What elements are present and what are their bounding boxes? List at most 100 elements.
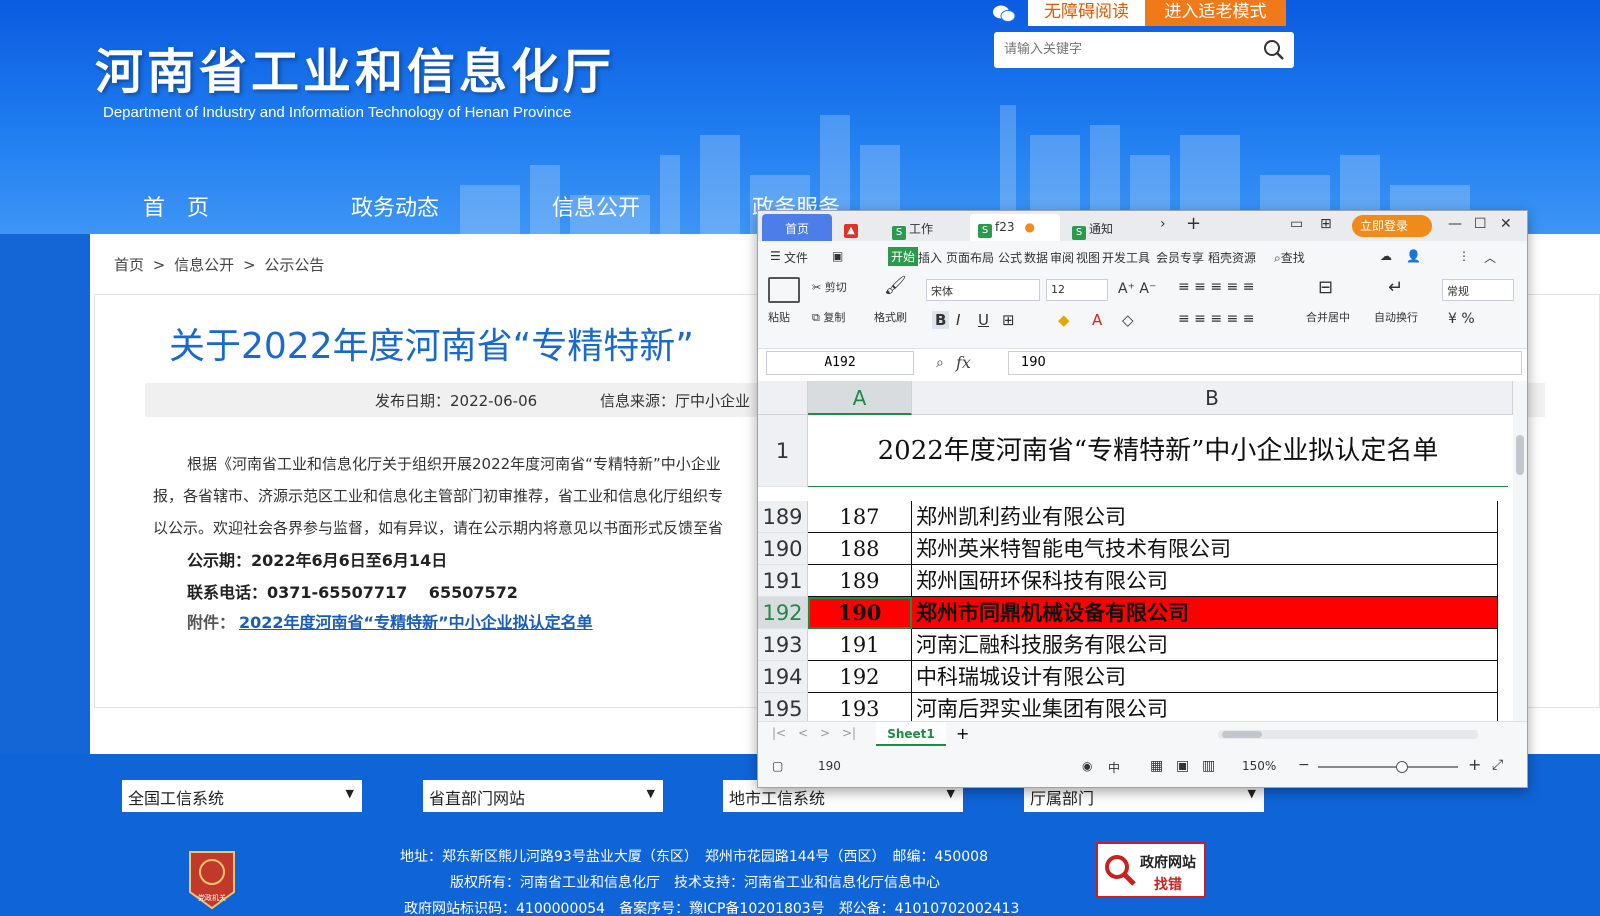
normal-view-icon[interactable]: ▦ xyxy=(1150,758,1163,774)
bold-icon[interactable]: B xyxy=(932,311,950,329)
column-header-b[interactable]: B xyxy=(912,381,1513,415)
cell-a[interactable]: 188 xyxy=(808,533,912,565)
add-sheet-icon[interactable]: + xyxy=(956,724,969,743)
font-grow-icon[interactable]: A⁺ A⁻ xyxy=(1118,281,1156,297)
cell-b[interactable]: 河南汇融科技服务有限公司 xyxy=(912,629,1498,661)
zoom-in-icon[interactable]: + xyxy=(1468,755,1481,774)
macro-icon[interactable]: ▢ xyxy=(772,759,783,773)
menu-data[interactable]: 数据 xyxy=(1024,249,1048,266)
clear-format-icon[interactable]: ◇ xyxy=(1122,311,1134,329)
menu-review[interactable]: 审阅 xyxy=(1050,249,1074,266)
wechat-icon[interactable] xyxy=(992,4,1016,24)
menu-member[interactable]: 会员专享 xyxy=(1156,249,1204,266)
nav-info-public[interactable]: 信息公开 xyxy=(552,190,640,222)
tab-pdf[interactable]: ▲ xyxy=(836,214,884,241)
tab-list-icon[interactable]: ▭ xyxy=(1290,216,1303,232)
font-name-select[interactable]: 宋体 xyxy=(926,279,1040,301)
column-header-a[interactable]: A xyxy=(808,381,912,415)
zoom-level[interactable]: 150% xyxy=(1242,759,1276,773)
zoom-formula-icon[interactable]: ⌕ xyxy=(936,355,944,371)
menu-page-layout[interactable]: 页面布局 xyxy=(946,249,994,266)
row-header[interactable]: 193 xyxy=(758,629,808,661)
wrap-icon[interactable]: ↵ xyxy=(1388,277,1403,298)
cell-a[interactable]: 189 xyxy=(808,565,912,597)
zoom-out-icon[interactable]: − xyxy=(1298,757,1310,773)
search-icon[interactable] xyxy=(1262,38,1286,62)
attachment-link[interactable]: 2022年度河南省“专精特新”中小企业拟认定名单 xyxy=(239,613,593,632)
share-user-icon[interactable]: 👤 xyxy=(1406,249,1421,263)
select-national-system[interactable]: 全国工信系统 ▼ xyxy=(122,780,362,812)
search-menu[interactable]: ⌕查找 xyxy=(1274,249,1305,266)
tab-work[interactable]: S 工作 xyxy=(884,214,964,241)
align-top-icon[interactable]: ≡ ≡ ≡ ≡ ≡ xyxy=(1178,279,1254,295)
chevron-right-icon[interactable]: › xyxy=(1160,216,1166,232)
cell-b[interactable]: 中科瑞城设计有限公司 xyxy=(912,661,1498,693)
cell-b[interactable]: 郑州国研环保科技有限公司 xyxy=(912,565,1498,597)
number-format-select[interactable]: 常规 xyxy=(1442,279,1514,301)
select-all-corner[interactable] xyxy=(758,381,808,415)
fx-icon[interactable]: fx xyxy=(956,353,971,372)
zoom-slider-handle[interactable] xyxy=(1396,761,1408,773)
paste-icon[interactable] xyxy=(768,277,800,303)
copy-button[interactable]: ⧉ 复制 xyxy=(812,309,845,325)
format-painter-button[interactable]: 格式刷 xyxy=(874,309,907,325)
cell-a[interactable]: 192 xyxy=(808,661,912,693)
cell-b[interactable]: 郑州市同鼎机械设备有限公司 xyxy=(912,597,1498,629)
search-input[interactable] xyxy=(1004,32,1254,66)
menu-start[interactable]: 开始 xyxy=(888,247,919,266)
scroll-thumb[interactable] xyxy=(1222,731,1262,738)
minimize-icon[interactable]: — xyxy=(1448,216,1462,232)
collapse-ribbon-icon[interactable]: ︿ xyxy=(1484,249,1496,266)
sheet-nav-last-icon[interactable]: >| xyxy=(842,726,856,740)
cell-b[interactable]: 郑州凯利药业有限公司 xyxy=(912,501,1498,533)
sheet-nav-next-icon[interactable]: > xyxy=(820,726,830,740)
cell-b[interactable]: 河南后羿实业集团有限公司 xyxy=(912,693,1498,721)
zoom-slider[interactable] xyxy=(1318,761,1458,773)
horizontal-scrollbar[interactable] xyxy=(1218,730,1478,739)
cell-a[interactable]: 187 xyxy=(808,501,912,533)
menu-docer[interactable]: 稻壳资源 xyxy=(1208,249,1256,266)
cell-a[interactable]: 191 xyxy=(808,629,912,661)
maximize-icon[interactable]: ☐ xyxy=(1474,216,1487,232)
wrap-text-button[interactable]: 自动换行 xyxy=(1374,309,1418,325)
menu-formula[interactable]: 公式 xyxy=(998,249,1022,266)
cell-a[interactable]: 190 xyxy=(808,597,912,629)
elder-mode-button[interactable]: 进入适老模式 xyxy=(1145,0,1286,26)
row-header[interactable]: 191 xyxy=(758,565,808,597)
grid-apps-icon[interactable]: ⊞ xyxy=(1320,216,1332,232)
font-color-icon[interactable]: A xyxy=(1092,311,1102,329)
breadcrumb-info-public[interactable]: 信息公开 xyxy=(174,256,234,274)
menu-insert[interactable]: 插入 xyxy=(918,249,942,266)
tab-f23[interactable]: Sf23 ● xyxy=(970,214,1060,241)
save-icon[interactable]: ▣ xyxy=(832,249,843,263)
paste-button[interactable]: 粘贴 xyxy=(768,309,790,325)
row-header[interactable]: 194 xyxy=(758,661,808,693)
font-size-select[interactable]: 12 xyxy=(1046,279,1108,301)
merge-center-button[interactable]: 合并居中 xyxy=(1306,309,1350,325)
menu-file[interactable]: 文件 xyxy=(784,249,808,266)
row-header[interactable]: 1 xyxy=(758,415,808,487)
align-center-icon[interactable]: ≡ ≡ ≡ ≡ ≡ xyxy=(1178,311,1254,327)
vertical-scrollbar[interactable] xyxy=(1513,381,1527,721)
border-icon[interactable]: ⊞ xyxy=(1002,311,1015,329)
page-break-icon[interactable]: ▥ xyxy=(1202,758,1215,774)
more-icon[interactable]: ⋮ xyxy=(1458,249,1470,263)
breadcrumb-home[interactable]: 首页 xyxy=(114,256,144,274)
party-gov-emblem-icon[interactable]: 党政机关 xyxy=(186,848,238,910)
name-box[interactable]: A192 xyxy=(766,351,914,375)
scroll-thumb[interactable] xyxy=(1516,435,1524,475)
gov-site-error-report[interactable]: 政府网站 找错 xyxy=(1096,842,1206,898)
menu-dev-tools[interactable]: 开发工具 xyxy=(1102,249,1150,266)
format-painter-icon[interactable]: 🖌 xyxy=(884,275,907,296)
chinese-input-icon[interactable]: 中 xyxy=(1108,759,1120,776)
sheet-nav-prev-icon[interactable]: < xyxy=(798,726,808,740)
accessible-reading-button[interactable]: 无障碍阅读 xyxy=(1028,0,1145,26)
row-header[interactable]: 192 xyxy=(758,597,808,629)
nav-news[interactable]: 政务动态 xyxy=(351,190,439,222)
currency-percent-icon[interactable]: ¥ % xyxy=(1448,311,1475,327)
login-button[interactable]: 立即登录 xyxy=(1352,215,1432,237)
tab-notice[interactable]: S 通知 xyxy=(1064,214,1152,241)
merge-icon[interactable]: ⊟ xyxy=(1318,277,1333,298)
select-provincial-sites[interactable]: 省直部门网站 ▼ xyxy=(423,780,663,812)
page-view-icon[interactable]: ▣ xyxy=(1176,758,1189,774)
